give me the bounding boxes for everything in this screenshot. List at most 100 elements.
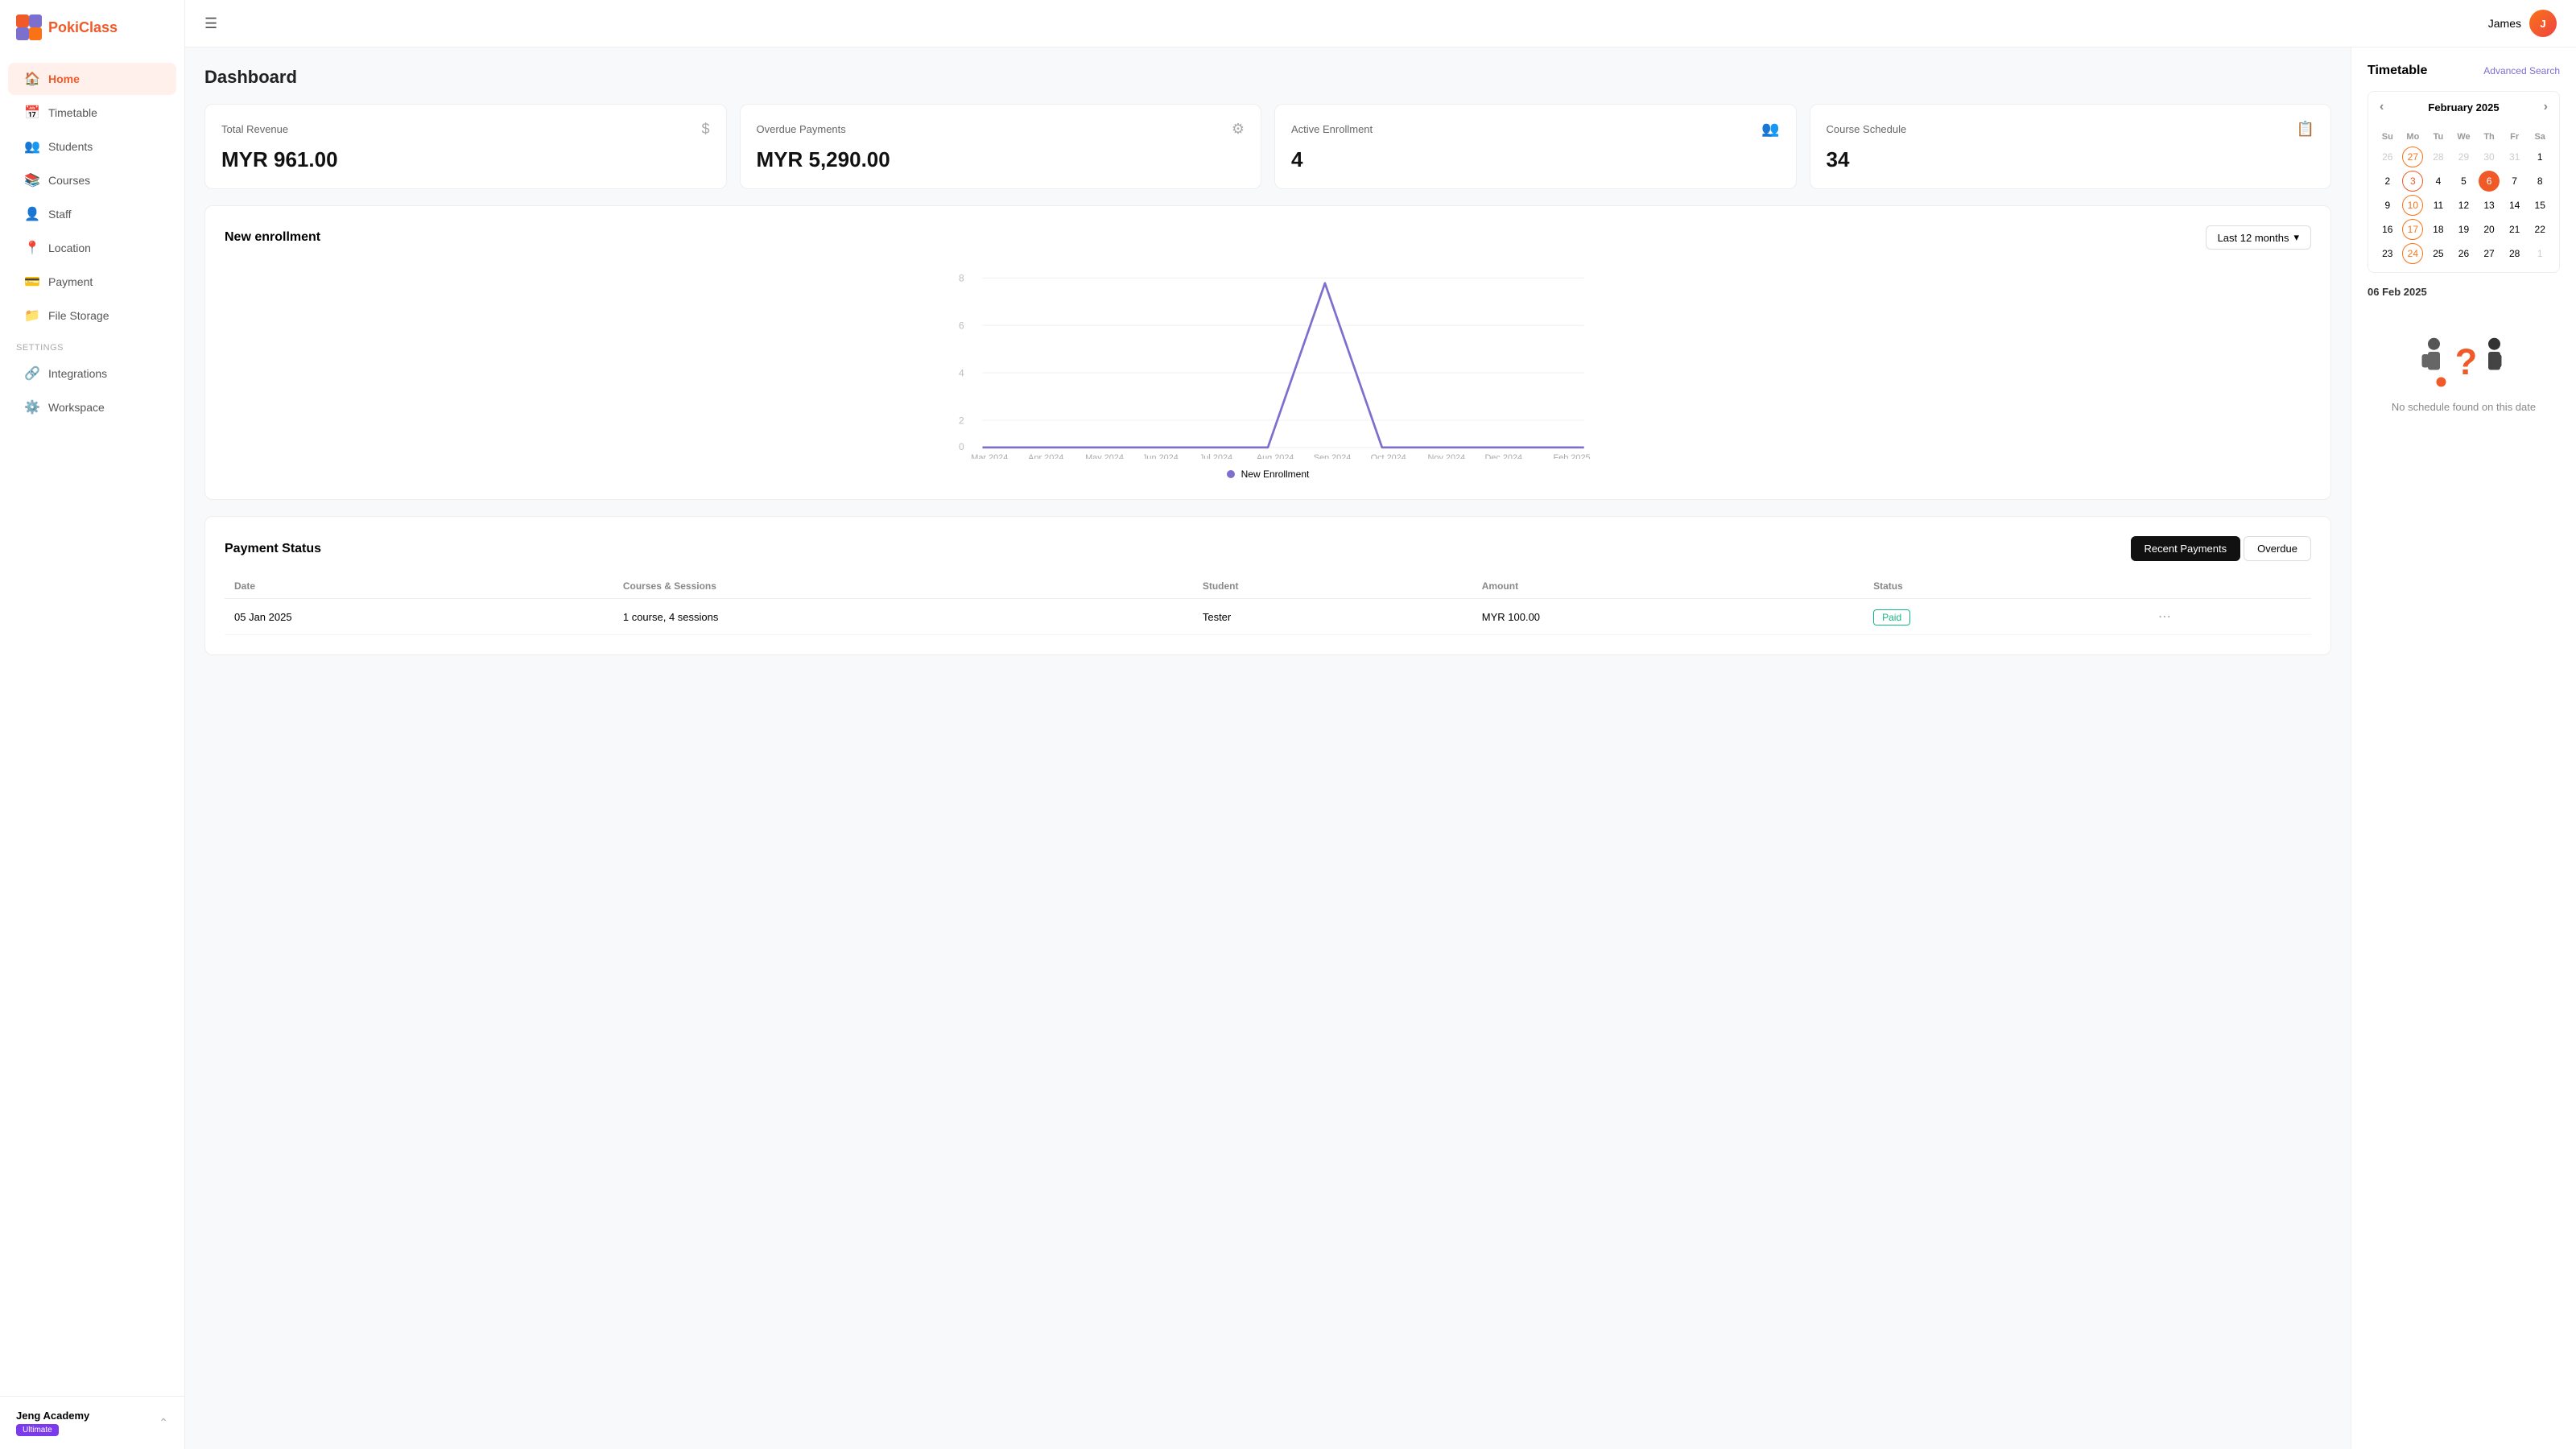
cal-day[interactable]: 22: [2529, 219, 2550, 240]
svg-text:Jun 2024: Jun 2024: [1142, 453, 1179, 459]
stat-card-overdue-payments: Overdue Payments ⚙ MYR 5,290.00: [740, 104, 1262, 189]
no-schedule-illustration: ?: [2416, 327, 2512, 391]
cal-day[interactable]: 4: [2428, 171, 2449, 192]
cal-day[interactable]: 28: [2504, 243, 2525, 264]
cal-day[interactable]: 15: [2529, 195, 2550, 216]
cal-day[interactable]: 2: [2377, 171, 2398, 192]
timetable-icon: 📅: [24, 105, 40, 121]
cal-day[interactable]: 21: [2504, 219, 2525, 240]
cal-day[interactable]: 10: [2402, 195, 2423, 216]
cal-day[interactable]: 23: [2377, 243, 2398, 264]
svg-text:Jul 2024: Jul 2024: [1199, 453, 1232, 459]
cal-day[interactable]: 27: [2479, 243, 2500, 264]
sidebar-item-home[interactable]: 🏠 Home: [8, 63, 176, 95]
overdue-payments-value: MYR 5,290.00: [757, 147, 1245, 172]
sidebar-item-staff[interactable]: 👤 Staff: [8, 198, 176, 230]
cal-day[interactable]: 31: [2504, 147, 2525, 167]
svg-text:May 2024: May 2024: [1085, 453, 1124, 459]
sidebar-item-students[interactable]: 👥 Students: [8, 130, 176, 163]
col-status: Status: [1864, 574, 2149, 599]
col-amount: Amount: [1472, 574, 1864, 599]
sidebar-label-integrations: Integrations: [48, 367, 107, 380]
dow-th: Th: [2476, 129, 2502, 145]
cal-day[interactable]: 27: [2402, 147, 2423, 167]
col-student: Student: [1193, 574, 1472, 599]
cal-day[interactable]: 13: [2479, 195, 2500, 216]
calendar-nav: ‹ February 2025 ›: [2368, 92, 2559, 122]
sidebar-item-courses[interactable]: 📚 Courses: [8, 164, 176, 196]
cal-day[interactable]: 28: [2428, 147, 2449, 167]
cal-day[interactable]: 19: [2453, 219, 2474, 240]
cal-day[interactable]: 1: [2529, 147, 2550, 167]
cal-day[interactable]: 9: [2377, 195, 2398, 216]
topbar-right: James J: [2488, 10, 2557, 37]
legend-label: New Enrollment: [1241, 469, 1310, 480]
cal-day-selected[interactable]: 6: [2479, 171, 2500, 192]
calendar-week-5: 23 24 25 26 27 28 1: [2375, 242, 2553, 266]
chart-filter-button[interactable]: Last 12 months ▾: [2206, 225, 2311, 250]
tab-recent-payments[interactable]: Recent Payments: [2131, 536, 2241, 561]
sidebar-toggle-icon[interactable]: ☰: [204, 15, 217, 32]
cal-day[interactable]: 18: [2428, 219, 2449, 240]
selected-date-label: 06 Feb 2025: [2368, 286, 2560, 298]
chevron-down-icon: ▾: [2293, 231, 2299, 244]
sidebar-label-timetable: Timetable: [48, 106, 97, 119]
sidebar-item-location[interactable]: 📍 Location: [8, 232, 176, 264]
svg-text:Nov 2024: Nov 2024: [1428, 453, 1466, 459]
app-logo[interactable]: PokiClass: [0, 0, 184, 55]
cal-day[interactable]: 5: [2453, 171, 2474, 192]
sidebar-item-workspace[interactable]: ⚙️ Workspace: [8, 391, 176, 423]
cal-day[interactable]: 7: [2504, 171, 2525, 192]
cal-day[interactable]: 17: [2402, 219, 2423, 240]
svg-text:Dec 2024: Dec 2024: [1484, 453, 1522, 459]
chart-area: 8 6 4 2 0 Mar 2024: [225, 266, 2311, 459]
username: James: [2488, 17, 2521, 30]
calendar-grid: Su Mo Tu We Th Fr Sa 26 27 28 29 30: [2368, 122, 2559, 272]
content-area: Dashboard Total Revenue $ MYR 961.00 Ove…: [185, 47, 2576, 1449]
cal-day[interactable]: 8: [2529, 171, 2550, 192]
sidebar-item-payment[interactable]: 💳 Payment: [8, 266, 176, 298]
academy-name: Jeng Academy: [16, 1410, 89, 1422]
next-month-button[interactable]: ›: [2544, 100, 2548, 114]
sidebar: PokiClass 🏠 Home 📅 Timetable 👥 Students …: [0, 0, 185, 1449]
dow-mo: Mo: [2401, 129, 2426, 145]
academy-expand-icon[interactable]: ⌃: [159, 1416, 168, 1430]
col-sessions: Courses & Sessions: [613, 574, 1193, 599]
avatar[interactable]: J: [2529, 10, 2557, 37]
cal-day[interactable]: 26: [2377, 147, 2398, 167]
sidebar-label-payment: Payment: [48, 275, 93, 288]
sidebar-item-file-storage[interactable]: 📁 File Storage: [8, 299, 176, 332]
svg-text:Feb 2025: Feb 2025: [1554, 453, 1591, 459]
settings-section-label: Settings: [0, 333, 184, 356]
topbar: ☰ James J: [185, 0, 2576, 47]
cal-day[interactable]: 20: [2479, 219, 2500, 240]
svg-text:Aug 2024: Aug 2024: [1257, 453, 1294, 459]
cal-day[interactable]: 30: [2479, 147, 2500, 167]
cal-day[interactable]: 11: [2428, 195, 2449, 216]
cal-day[interactable]: 29: [2453, 147, 2474, 167]
main-area: ☰ James J Dashboard Total Revenue $ MYR …: [185, 0, 2576, 1449]
chart-filter-label: Last 12 months: [2218, 232, 2289, 244]
cal-day-today[interactable]: 3: [2402, 171, 2423, 192]
more-options-button[interactable]: ⋯: [2158, 610, 2171, 624]
svg-text:Mar 2024: Mar 2024: [971, 453, 1008, 459]
sidebar-item-integrations[interactable]: 🔗 Integrations: [8, 357, 176, 390]
sidebar-label-location: Location: [48, 242, 91, 254]
cal-day[interactable]: 25: [2428, 243, 2449, 264]
calendar-week-3: 9 10 11 12 13 14 15: [2375, 193, 2553, 217]
advanced-search-link[interactable]: Advanced Search: [2483, 65, 2560, 76]
cal-day[interactable]: 16: [2377, 219, 2398, 240]
cal-day[interactable]: 24: [2402, 243, 2423, 264]
cal-day[interactable]: 1: [2529, 243, 2550, 264]
calendar-week-2: 2 3 4 5 6 7 8: [2375, 169, 2553, 193]
calendar-days-of-week: Su Mo Tu We Th Fr Sa: [2375, 129, 2553, 145]
sidebar-item-timetable[interactable]: 📅 Timetable: [8, 97, 176, 129]
prev-month-button[interactable]: ‹: [2380, 100, 2384, 114]
cal-day[interactable]: 26: [2453, 243, 2474, 264]
cal-day[interactable]: 14: [2504, 195, 2525, 216]
tab-overdue[interactable]: Overdue: [2244, 536, 2311, 561]
cal-day[interactable]: 12: [2453, 195, 2474, 216]
payment-icon: 💳: [24, 274, 40, 290]
payment-section-title: Payment Status: [225, 542, 321, 556]
dow-tu: Tu: [2425, 129, 2451, 145]
